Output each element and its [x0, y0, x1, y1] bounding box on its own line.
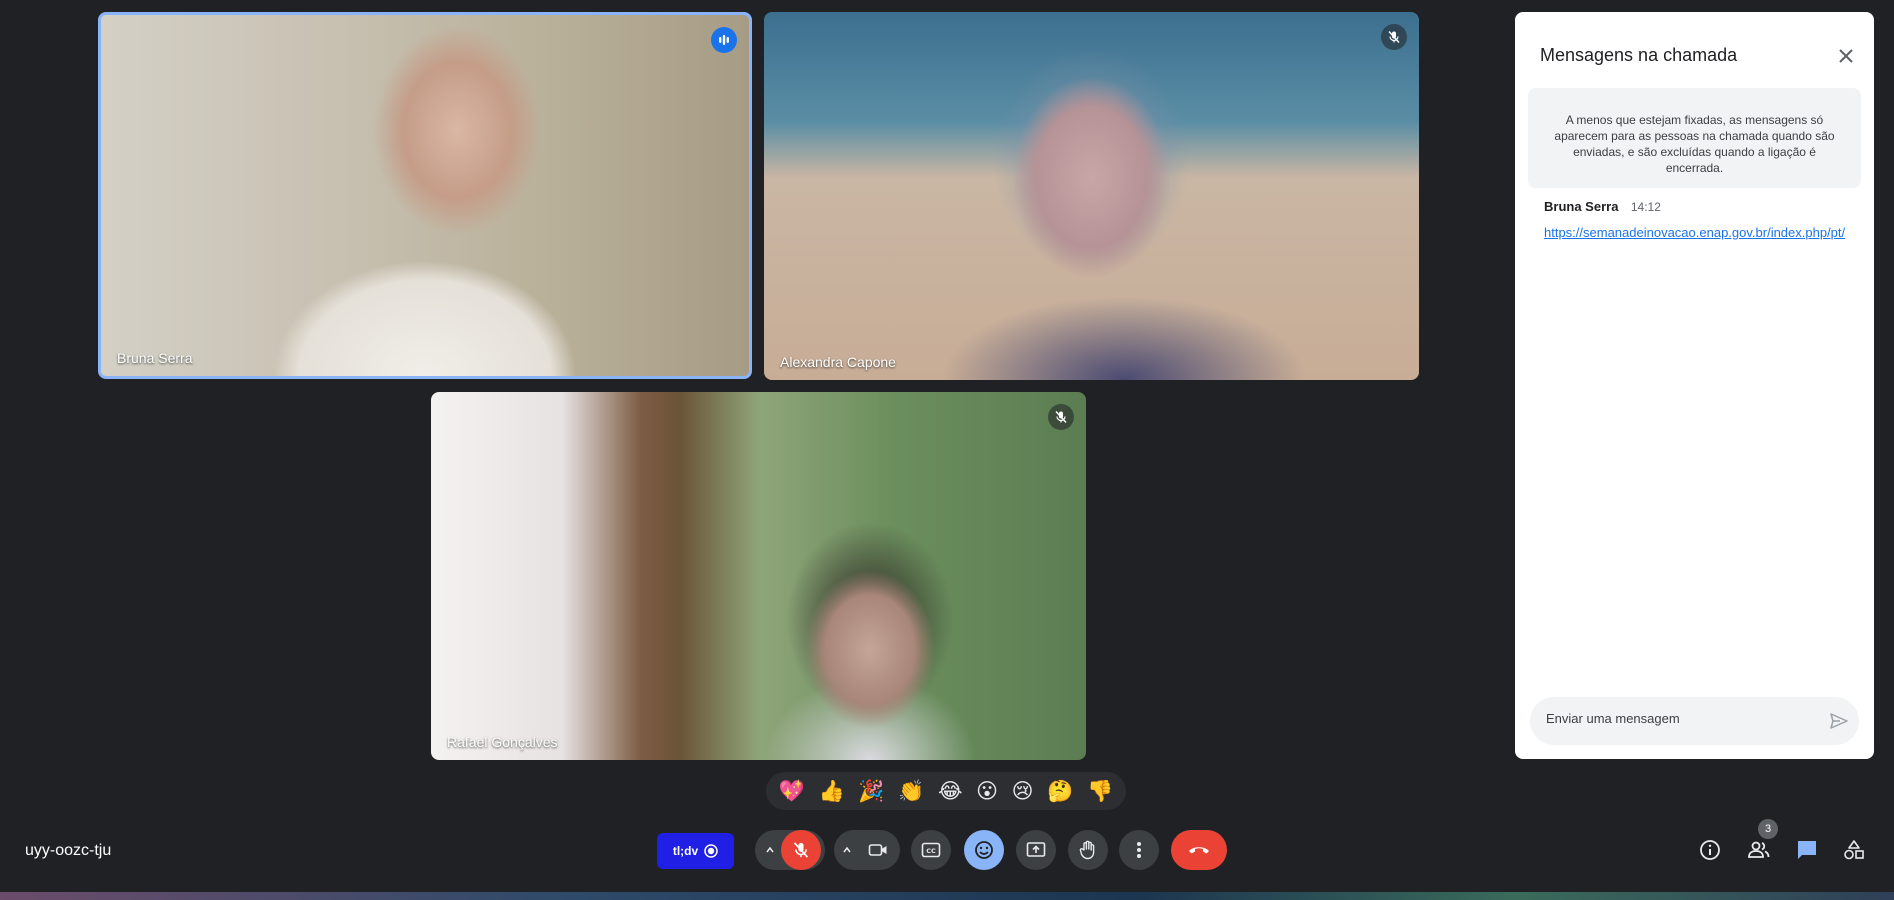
meeting-code: uyy-oozc-tju — [25, 842, 112, 859]
message-input-container — [1530, 697, 1859, 745]
chat-notice: A menos que estejam fixadas, as mensagen… — [1528, 88, 1861, 188]
end-call-icon — [1189, 847, 1209, 854]
chevron-up-icon[interactable] — [759, 830, 781, 870]
video-camera-icon — [868, 844, 887, 856]
meeting-details-button[interactable] — [1696, 836, 1724, 864]
chat-message: Bruna Serra 14:12 https://semanadeinovac… — [1544, 198, 1854, 243]
mic-off-icon — [1048, 404, 1074, 430]
participant-tile-rafael[interactable]: Rafael Gonçalves — [431, 392, 1086, 760]
message-input[interactable] — [1546, 711, 1816, 726]
speaking-indicator-icon — [711, 27, 737, 53]
reactions-bar: 💖 👍 🎉 👏 😂 😮 😢 🤔 👎 — [766, 772, 1126, 810]
message-link[interactable]: https://semanadeinovacao.enap.gov.br/ind… — [1544, 223, 1854, 243]
reaction-thinking[interactable]: 🤔 — [1047, 779, 1073, 803]
reaction-heart[interactable]: 💖 — [779, 779, 805, 803]
reaction-party[interactable]: 🎉 — [858, 779, 884, 803]
participant-name: Bruna Serra — [117, 350, 193, 366]
emoji-icon — [975, 841, 993, 859]
activities-button[interactable] — [1840, 836, 1868, 864]
more-vert-icon — [1137, 842, 1141, 858]
raise-hand-button[interactable] — [1068, 830, 1108, 870]
record-icon — [704, 844, 718, 858]
reaction-sad[interactable]: 😢 — [1012, 779, 1034, 803]
tldv-record-button[interactable]: tl;dv — [657, 833, 734, 869]
participant-name: Alexandra Capone — [780, 354, 896, 370]
microphone-control — [755, 830, 825, 870]
svg-text:CC: CC — [926, 847, 936, 855]
present-screen-button[interactable] — [1016, 830, 1056, 870]
info-icon — [1700, 840, 1720, 860]
reaction-laugh[interactable]: 😂 — [938, 779, 963, 803]
captions-button[interactable]: CC — [911, 830, 951, 870]
mic-off-icon — [793, 842, 809, 858]
desktop-background-strip — [0, 892, 1894, 900]
hand-icon — [1079, 840, 1095, 860]
send-icon[interactable] — [1827, 709, 1851, 733]
message-time: 14:12 — [1630, 200, 1661, 214]
leave-call-button[interactable] — [1171, 830, 1227, 870]
closed-captions-icon: CC — [921, 842, 941, 858]
camera-toggle-button[interactable] — [858, 830, 898, 870]
chat-icon — [1798, 841, 1816, 859]
reactions-button[interactable] — [964, 830, 1004, 870]
people-count-badge: 3 — [1758, 819, 1778, 839]
participant-name: Rafael Gonçalves — [447, 734, 558, 750]
mic-off-icon — [1381, 24, 1407, 50]
participant-tile-bruna[interactable]: Bruna Serra — [98, 12, 752, 379]
chevron-up-icon[interactable] — [836, 830, 858, 870]
reaction-clap[interactable]: 👏 — [898, 779, 924, 803]
chat-panel: Mensagens na chamada A menos que estejam… — [1515, 12, 1874, 759]
tldv-label: tl;dv — [672, 844, 699, 858]
participant-tile-alexandra[interactable]: Alexandra Capone — [764, 12, 1419, 380]
message-sender: Bruna Serra — [1544, 199, 1619, 214]
people-button[interactable] — [1745, 836, 1773, 864]
more-options-button[interactable] — [1119, 830, 1159, 870]
reaction-thumbs-down[interactable]: 👎 — [1087, 779, 1113, 803]
shapes-icon — [1844, 840, 1864, 860]
people-icon — [1748, 841, 1770, 858]
close-icon[interactable] — [1832, 42, 1860, 70]
mic-toggle-button[interactable] — [781, 830, 821, 870]
present-icon — [1026, 842, 1046, 857]
chat-title: Mensagens na chamada — [1540, 45, 1738, 65]
reaction-thumbs-up[interactable]: 👍 — [819, 779, 845, 803]
camera-control — [834, 830, 900, 870]
reaction-surprised[interactable]: 😮 — [976, 779, 998, 803]
chat-button[interactable] — [1793, 836, 1821, 864]
